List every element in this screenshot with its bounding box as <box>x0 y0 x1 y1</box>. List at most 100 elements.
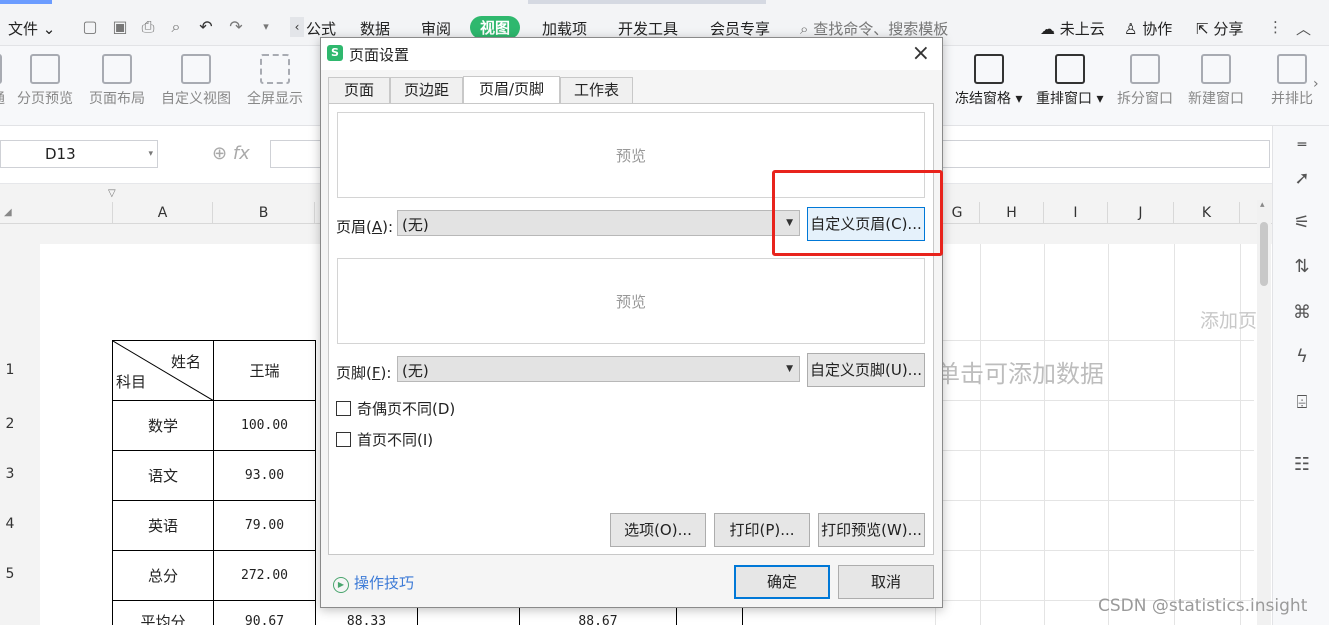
more-icon[interactable]: ⋮ <box>1268 18 1283 36</box>
grid-line <box>1044 244 1045 625</box>
table-header-corner[interactable]: 姓名 科目 <box>112 340 214 401</box>
footer-select[interactable]: (无) ▼ <box>397 356 800 382</box>
collab-button[interactable]: ♙ 协作 <box>1124 18 1172 39</box>
customize-toolbar-icon[interactable]: ▾ <box>256 17 276 37</box>
click-to-add-data-hint[interactable]: 单击可添加数据 <box>936 354 1104 389</box>
collapse-ribbon-icon[interactable]: ︿ <box>1296 18 1311 39</box>
table-cell-subject[interactable]: 总分 <box>112 551 214 601</box>
side-by-side-button[interactable]: 并排比 <box>1271 54 1313 108</box>
side-by-side-icon <box>1277 54 1307 84</box>
cloud-icon: ☁ <box>1040 20 1055 38</box>
tab-margins[interactable]: 页边距 <box>390 77 463 104</box>
column-header-k[interactable]: K <box>1174 202 1240 224</box>
user-icon: ♙ <box>1124 20 1138 38</box>
row-header-4[interactable]: 4 <box>0 516 20 532</box>
tab-view[interactable]: 视图 <box>470 16 521 39</box>
scroll-left-icon[interactable]: ‹ <box>290 17 304 37</box>
print-preview-button[interactable]: 打印预览(W)... <box>818 513 925 547</box>
share-button[interactable]: ⇱ 分享 <box>1196 18 1243 39</box>
sort-icon[interactable]: ⇅ <box>1291 256 1313 278</box>
file-menu[interactable]: 文件 ⌄ <box>8 18 55 39</box>
table-cell-value[interactable]: 90.67 <box>214 601 316 625</box>
formula-icons[interactable]: ⊕ fx <box>212 143 250 164</box>
tab-developer[interactable]: 开发工具 <box>618 18 678 39</box>
tab-header-footer[interactable]: 页眉/页脚 <box>463 76 560 105</box>
save-icon[interactable]: ▢ <box>80 17 100 37</box>
split-icon <box>1130 54 1160 84</box>
print-icon[interactable]: ⎙ <box>138 17 158 37</box>
footer-preview: 预览 <box>337 258 925 344</box>
operation-tips-link[interactable]: ▶ 操作技巧 <box>333 572 414 593</box>
tab-review[interactable]: 审阅 <box>421 18 451 39</box>
image-tool-icon[interactable]: ⌘ <box>1291 302 1313 324</box>
table-cell-value[interactable]: 79.00 <box>214 501 316 551</box>
loading-bar <box>0 0 52 4</box>
lightning-icon[interactable]: ϟ <box>1291 346 1313 368</box>
table-cell-value[interactable]: 100.00 <box>214 401 316 451</box>
column-header-a[interactable]: A <box>112 202 213 224</box>
ribbon-scroll-right-icon[interactable]: › <box>1313 76 1319 92</box>
first-page-checkbox[interactable] <box>336 432 351 447</box>
ribbon-partial-left[interactable]: 通 <box>0 54 8 108</box>
page-break-preview-button[interactable]: 分页预览 <box>17 54 73 108</box>
command-search[interactable]: ⌕ 查找命令、搜索模板 <box>800 18 948 39</box>
column-header-b[interactable]: B <box>213 202 315 224</box>
select-cursor-icon[interactable]: ➚ <box>1291 168 1313 190</box>
name-box[interactable]: D13 ▾ <box>0 140 158 168</box>
cloud-button[interactable]: ☁ 未上云 <box>1040 18 1105 39</box>
table-cell-name[interactable]: 王瑞 <box>214 340 316 401</box>
split-window-button[interactable]: 拆分窗口 <box>1117 54 1173 108</box>
column-header-i[interactable]: I <box>1044 202 1108 224</box>
first-page-checkbox-row[interactable]: 首页不同(I) <box>336 429 433 450</box>
tab-formula[interactable]: 公式 <box>306 18 336 39</box>
form-icon[interactable]: ☷ <box>1291 454 1313 476</box>
undo-icon[interactable]: ↶ <box>196 17 216 37</box>
column-header-h[interactable]: H <box>980 202 1044 224</box>
table-cell-subject[interactable]: 语文 <box>112 451 214 501</box>
table-cell-subject[interactable]: 平均分 <box>112 601 214 625</box>
odd-even-checkbox-row[interactable]: 奇偶页不同(D) <box>336 398 455 419</box>
add-header-hint[interactable]: 添加页 <box>1200 306 1257 333</box>
print-button[interactable]: 打印(P)... <box>714 513 810 547</box>
redo-icon[interactable]: ↷ <box>226 17 246 37</box>
select-all-icon[interactable]: ◢ <box>4 207 12 218</box>
column-header-j[interactable]: J <box>1108 202 1174 224</box>
table-cell-subject[interactable]: 数学 <box>112 401 214 451</box>
options-button[interactable]: 选项(O)... <box>610 513 706 547</box>
row-header-3[interactable]: 3 <box>0 466 20 482</box>
spreadsheet-app: 文件 ⌄ ▢ ▣ ⎙ ⌕ ↶ ↷ ▾ ‹ 公式 数据 审阅 视图 加载项 开发工… <box>0 0 1329 625</box>
tab-data[interactable]: 数据 <box>360 18 390 39</box>
row-header-1[interactable]: 1 <box>0 362 20 378</box>
row-header-5[interactable]: 5 <box>0 566 20 582</box>
fullscreen-button[interactable]: 全屏显示 <box>247 54 303 108</box>
export-icon[interactable]: ▣ <box>110 17 130 37</box>
tab-page[interactable]: 页面 <box>328 77 390 104</box>
freeze-panes-button[interactable]: 冻结窗格 ▾ <box>955 54 1022 108</box>
tab-member[interactable]: 会员专享 <box>710 18 770 39</box>
page-layout-button[interactable]: 页面布局 <box>89 54 145 108</box>
scrollbar-thumb[interactable] <box>1260 222 1268 286</box>
tab-addins[interactable]: 加载项 <box>542 18 587 39</box>
row-header-2[interactable]: 2 <box>0 416 20 432</box>
close-icon[interactable]: × <box>912 41 930 66</box>
odd-even-checkbox[interactable] <box>336 401 351 416</box>
table-cell-value[interactable]: 272.00 <box>214 551 316 601</box>
ok-button[interactable]: 确定 <box>734 565 830 599</box>
tab-worksheet[interactable]: 工作表 <box>560 77 633 104</box>
vertical-scrollbar[interactable]: ▴ <box>1257 200 1271 625</box>
dialog-title-bar[interactable]: S 页面设置 × <box>321 38 942 70</box>
custom-view-button[interactable]: 自定义视图 <box>161 54 231 108</box>
filter-slider-icon[interactable]: ⚟ <box>1291 212 1313 234</box>
scroll-up-icon[interactable]: ▴ <box>1260 200 1265 210</box>
custom-footer-button[interactable]: 自定义页脚(U)... <box>807 353 925 387</box>
table-cell-value[interactable]: 93.00 <box>214 451 316 501</box>
table-cell-subject[interactable]: 英语 <box>112 501 214 551</box>
new-window-button[interactable]: 新建窗口 <box>1188 54 1244 108</box>
book-search-icon[interactable]: ⌹ <box>1291 392 1313 414</box>
share-icon: ⇱ <box>1196 20 1209 38</box>
cancel-button[interactable]: 取消 <box>838 565 934 599</box>
print-preview-icon[interactable]: ⌕ <box>166 17 186 37</box>
play-icon: ▶ <box>333 577 349 593</box>
header-select[interactable]: (无) ▼ <box>397 210 800 236</box>
arrange-windows-button[interactable]: 重排窗口 ▾ <box>1036 54 1103 108</box>
